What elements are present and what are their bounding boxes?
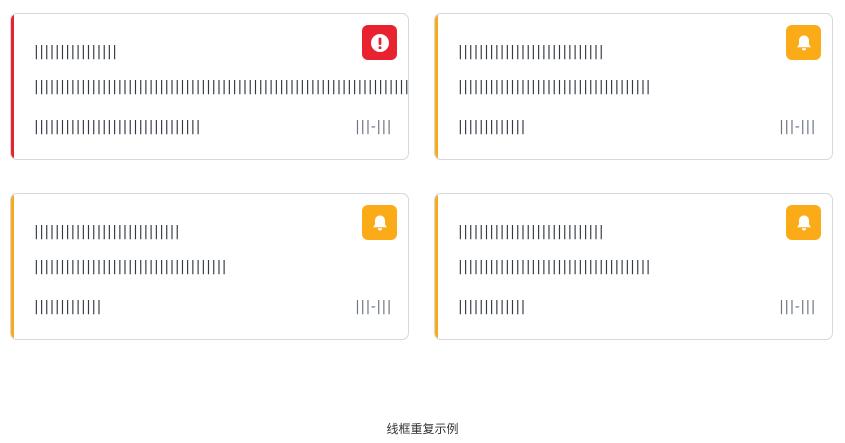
alert-message: ||||||||||||||||||||||||||||||||||||||||… bbox=[34, 79, 409, 95]
alert-card-warning[interactable]: |||||||||||||||||||||||||||| |||||||||||… bbox=[10, 193, 409, 340]
alert-time: |||-||| bbox=[355, 119, 392, 135]
alert-title: |||||||||||||||||||||||||||| bbox=[458, 224, 605, 240]
alert-time: |||-||| bbox=[779, 299, 816, 315]
alert-title: |||||||||||||||| bbox=[34, 44, 118, 60]
bell-icon bbox=[796, 35, 811, 50]
alert-source: ||||||||||||| bbox=[458, 299, 526, 315]
alert-card-warning[interactable]: |||||||||||||||||||||||||||| |||||||||||… bbox=[434, 13, 833, 160]
alert-source: ||||||||||||| bbox=[458, 119, 526, 135]
alert-message: ||||||||||||||||||||||||||||||||||||| bbox=[458, 259, 652, 275]
error-badge bbox=[362, 25, 397, 60]
alert-card-error[interactable]: |||||||||||||||| |||||||||||||||||||||||… bbox=[10, 13, 409, 160]
alert-source: |||||||||||||||||||||||||||||||| bbox=[34, 119, 201, 135]
caption: 线框重复示例 bbox=[386, 422, 459, 436]
exclamation-icon bbox=[370, 33, 389, 52]
alert-card-warning[interactable]: |||||||||||||||||||||||||||| |||||||||||… bbox=[434, 193, 833, 340]
alert-time: |||-||| bbox=[779, 119, 816, 135]
alert-time: |||-||| bbox=[355, 299, 392, 315]
warning-badge bbox=[786, 25, 821, 60]
alert-message: ||||||||||||||||||||||||||||||||||||| bbox=[34, 259, 228, 275]
alert-title: |||||||||||||||||||||||||||| bbox=[458, 44, 605, 60]
bell-icon bbox=[372, 215, 387, 230]
alert-message: ||||||||||||||||||||||||||||||||||||| bbox=[458, 79, 652, 95]
warning-badge bbox=[362, 205, 397, 240]
bell-icon bbox=[796, 215, 811, 230]
alert-source: ||||||||||||| bbox=[34, 299, 102, 315]
alert-title: |||||||||||||||||||||||||||| bbox=[34, 224, 181, 240]
warning-badge bbox=[786, 205, 821, 240]
